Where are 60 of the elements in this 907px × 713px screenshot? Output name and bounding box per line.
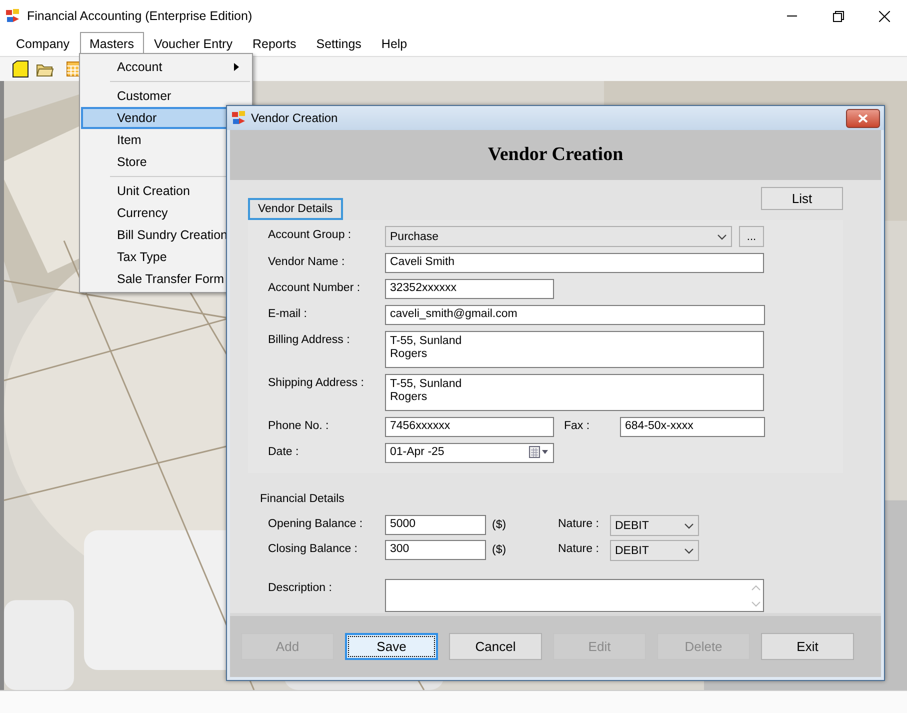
caret-icon [717, 234, 727, 240]
dropdown[interactable]: Purchase [385, 226, 732, 247]
action-button[interactable]: Exit [761, 633, 854, 660]
dropdown[interactable]: DEBIT [610, 515, 699, 536]
menu-item[interactable]: Reports [242, 32, 306, 56]
menu-item[interactable]: Help [371, 32, 418, 56]
field-label: Opening Balance : [268, 517, 364, 530]
restore-icon [832, 10, 844, 22]
field-label: Nature : [558, 517, 600, 530]
unit-label: ($) [491, 543, 508, 556]
menu-entry[interactable]: Customer [81, 85, 251, 107]
field-label: Nature : [558, 542, 600, 555]
caret-icon [684, 522, 694, 528]
submenu-arrow-icon [234, 63, 239, 71]
field-label: Billing Address : [268, 333, 351, 346]
dialog-title: Vendor Creation [251, 111, 339, 125]
field-label: Description : [268, 581, 333, 594]
caret-icon [684, 548, 694, 554]
text-field[interactable]: caveli_smith@gmail.com [385, 305, 765, 325]
field-label: Vendor Name : [268, 255, 346, 268]
new-file-icon[interactable] [12, 60, 30, 78]
field-label: Date : [268, 445, 300, 458]
app-icon [231, 110, 247, 126]
action-button[interactable]: Save [345, 633, 438, 660]
text-field[interactable]: 5000 [385, 515, 486, 535]
text-field[interactable]: 7456xxxxxx [385, 417, 554, 437]
field-label: Fax : [564, 419, 591, 432]
menu-item[interactable]: Voucher Entry [144, 32, 242, 56]
close-icon [858, 114, 868, 122]
text-field[interactable]: 32352xxxxxx [385, 279, 554, 299]
field-label: E-mail : [268, 307, 308, 320]
field-label: Account Number : [268, 281, 362, 294]
menu-item[interactable]: Settings [306, 32, 372, 56]
text-area[interactable] [385, 579, 764, 612]
app-icon [5, 8, 21, 24]
text-field[interactable]: Caveli Smith [385, 253, 764, 273]
calendar-icon[interactable] [529, 446, 549, 458]
field-label: Shipping Address : [268, 376, 365, 389]
browse-button[interactable]: ... [739, 226, 764, 247]
list-button[interactable]: List [761, 187, 843, 210]
field-label: Account Group : [268, 228, 352, 241]
text-field[interactable]: T-55, Sunland Rogers [385, 374, 764, 411]
field-label: Closing Balance : [268, 542, 358, 555]
close-icon [878, 10, 890, 22]
heading: Vendor Creation [230, 130, 881, 180]
unit-label: ($) [491, 518, 508, 531]
action-button[interactable]: Cancel [449, 633, 542, 660]
text-field[interactable]: 300 [385, 540, 486, 560]
group-legend: Financial Details [260, 493, 881, 505]
text-field[interactable]: 684-50x-xxxx [620, 417, 765, 437]
date-field[interactable]: 01-Apr -25 [385, 443, 554, 463]
close-button[interactable] [846, 108, 880, 128]
menu-item[interactable]: Company [6, 32, 80, 56]
menu-entry[interactable]: Account [81, 56, 251, 78]
text-field[interactable]: T-55, Sunland Rogers [385, 331, 764, 368]
dropdown[interactable]: DEBIT [610, 540, 699, 561]
field-label: Phone No. : [268, 419, 330, 432]
group-legend: Vendor Details [248, 198, 343, 220]
scroll-arrows-icon [751, 583, 761, 609]
window-title: Financial Accounting (Enterprise Edition) [27, 9, 254, 23]
